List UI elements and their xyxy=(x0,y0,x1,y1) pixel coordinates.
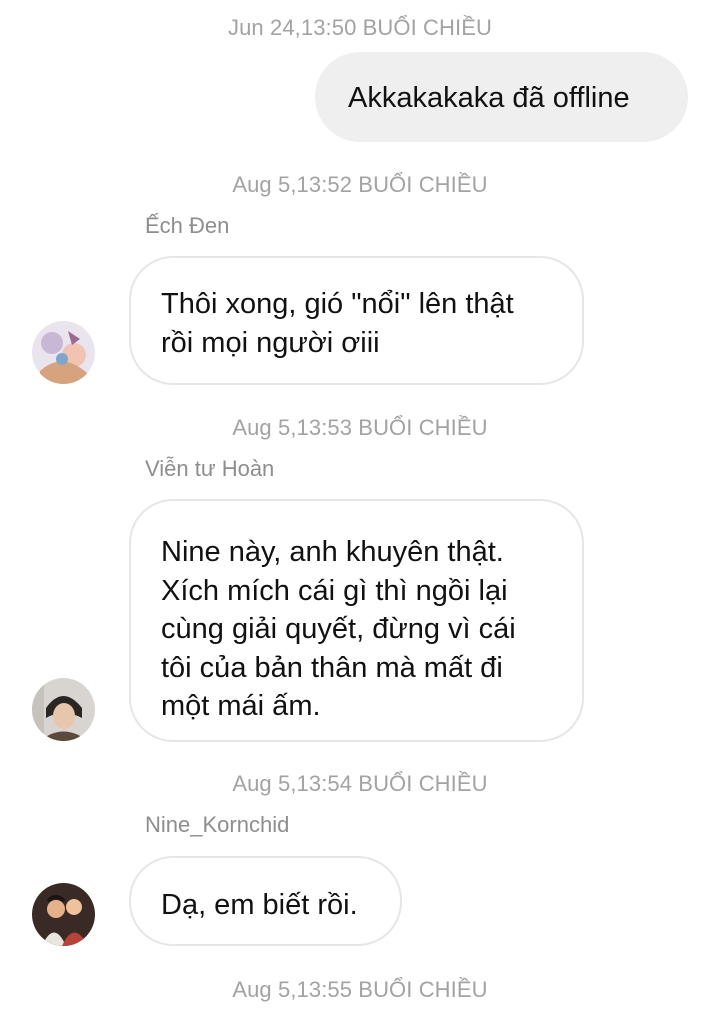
sender-name: Nine_Kornchid xyxy=(145,812,290,837)
user-avatar-icon[interactable] xyxy=(32,678,95,741)
message-timestamp: Aug 5,13:55 BUỔI CHIỀU xyxy=(232,977,488,1002)
outgoing-message-bubble[interactable]: Akkakakaka đã offline xyxy=(315,52,688,142)
user-avatar-icon[interactable] xyxy=(32,883,95,946)
message-timestamp: Aug 5,13:52 BUỔI CHIỀU xyxy=(232,172,488,197)
message-timestamp: Aug 5,13:54 BUỔI CHIỀU xyxy=(232,771,488,796)
sender-name: Ếch Đen xyxy=(145,213,230,238)
user-avatar-icon[interactable] xyxy=(32,321,95,384)
message-timestamp: Aug 5,13:53 BUỔI CHIỀU xyxy=(232,415,488,440)
incoming-message-bubble[interactable]: Thôi xong, gió "nổi" lên thật rồi mọi ng… xyxy=(129,256,584,385)
chat-thread: Jun 24,13:50 BUỔI CHIỀU Akkakakaka đã of… xyxy=(0,0,720,1013)
incoming-message-bubble[interactable]: Nine này, anh khuyên thật. Xích mích cái… xyxy=(129,499,584,742)
sender-name: Viễn tư Hoàn xyxy=(145,456,275,481)
message-timestamp: Jun 24,13:50 BUỔI CHIỀU xyxy=(228,15,492,40)
incoming-message-bubble[interactable]: Dạ, em biết rồi. xyxy=(129,856,402,946)
